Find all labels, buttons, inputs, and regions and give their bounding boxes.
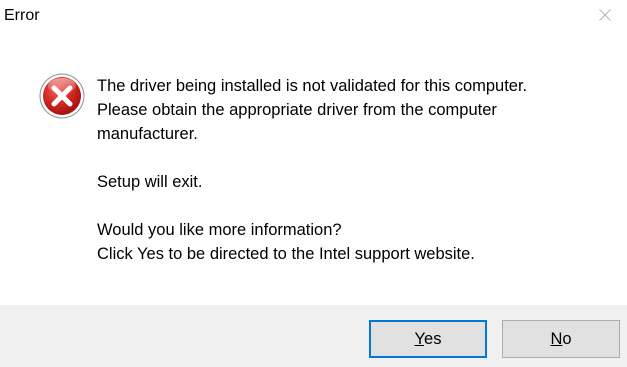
no-mnemonic: N bbox=[550, 330, 563, 348]
no-button[interactable]: No bbox=[502, 320, 620, 358]
message-line: The driver being installed is not valida… bbox=[97, 77, 528, 95]
close-button[interactable] bbox=[581, 0, 627, 32]
error-dialog: Error The driver being installed is not … bbox=[0, 0, 627, 367]
no-label-rest: o bbox=[562, 330, 572, 348]
window-title: Error bbox=[4, 7, 40, 24]
yes-button[interactable]: Yes bbox=[369, 320, 487, 358]
message-text: The driver being installed is not valida… bbox=[97, 74, 607, 266]
message-line: Click Yes to be directed to the Intel su… bbox=[97, 245, 475, 263]
message-line: Would you like more information? bbox=[97, 221, 342, 239]
yes-mnemonic: Y bbox=[414, 330, 425, 348]
message-line: Setup will exit. bbox=[97, 173, 203, 191]
close-icon bbox=[599, 9, 611, 21]
message-line: manufacturer. bbox=[97, 125, 198, 143]
error-icon bbox=[38, 72, 86, 120]
message-line: Please obtain the appropriate driver fro… bbox=[97, 101, 497, 119]
title-bar: Error bbox=[0, 0, 627, 34]
yes-label-rest: es bbox=[424, 330, 442, 348]
